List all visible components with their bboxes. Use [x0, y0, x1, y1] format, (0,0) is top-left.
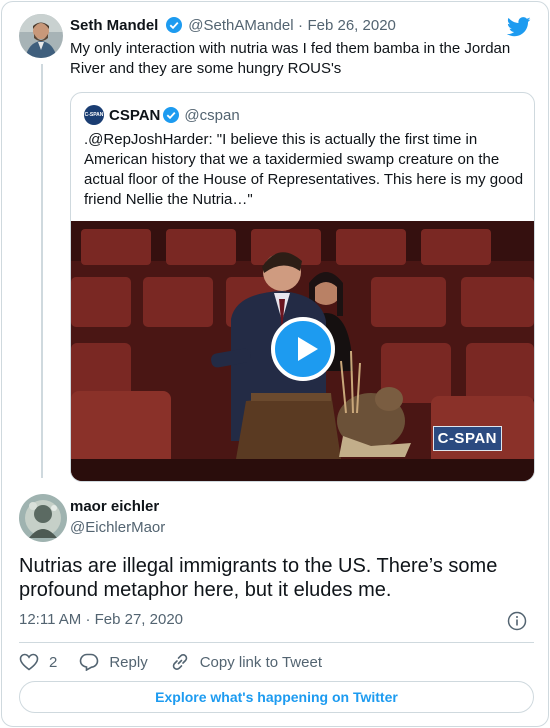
profile-photo-icon — [19, 494, 67, 542]
cspan-watermark: C-SPAN — [432, 426, 502, 451]
date-separator: · — [298, 17, 304, 34]
reply-button[interactable]: Reply — [79, 653, 148, 671]
quoted-tweet[interactable]: C-SPAN CSPAN @cspan .@RepJoshHarder: "I … — [70, 92, 535, 482]
info-icon[interactable] — [507, 611, 527, 631]
heart-icon — [19, 653, 39, 671]
person-photo-icon — [19, 14, 63, 58]
quoted-tweet-text: .@RepJoshHarder: "I believe this is actu… — [84, 131, 524, 208]
reply-time[interactable]: 12:11 AM — [19, 611, 81, 628]
reply-author-name[interactable]: maor eichler — [70, 498, 165, 515]
link-icon — [172, 654, 187, 670]
reply-timestamp[interactable]: 12:11 AM · Feb 27, 2020 — [19, 611, 183, 628]
quoted-author-handle[interactable]: @cspan — [184, 107, 239, 124]
quoted-author-header: C-SPAN CSPAN @cspan — [84, 105, 240, 125]
twitter-bird-icon[interactable] — [507, 16, 531, 38]
tweet-date[interactable]: Feb 26, 2020 — [307, 17, 395, 34]
divider — [19, 642, 534, 643]
reply-author-header: maor eichler @EichlerMaor — [70, 498, 165, 536]
tweet-embed-card: Seth Mandel @SethAMandel · Feb 26, 2020 … — [1, 1, 549, 727]
author-avatar[interactable] — [19, 14, 63, 58]
like-button[interactable]: 2 — [19, 653, 57, 671]
verified-badge-icon — [165, 17, 182, 33]
reply-date[interactable]: Feb 27, 2020 — [95, 611, 183, 628]
reply-label: Reply — [109, 653, 148, 671]
reply-text: Nutrias are illegal immigrants to the US… — [19, 555, 498, 601]
tweet-text: My only interaction with nutria was I fe… — [70, 40, 511, 77]
verified-badge-icon — [163, 107, 180, 123]
author-name[interactable]: Seth Mandel — [70, 17, 158, 34]
reply-icon — [80, 653, 99, 671]
thread-connector-line — [41, 64, 43, 478]
play-button[interactable] — [271, 317, 335, 381]
author-header: Seth Mandel @SethAMandel · Feb 26, 2020 — [70, 17, 396, 35]
quoted-author-name[interactable]: CSPAN — [109, 107, 160, 124]
like-count: 2 — [49, 653, 58, 671]
copy-link-label: Copy link to Tweet — [199, 653, 322, 671]
reply-author-handle[interactable]: @EichlerMaor — [70, 519, 165, 536]
reply-author-avatar[interactable] — [19, 494, 67, 542]
cspan-avatar-text: C-SPAN — [84, 112, 104, 118]
action-bar: 2 Reply Copy link to Tweet — [19, 652, 344, 672]
timestamp-separator: · — [85, 611, 91, 628]
copy-link-button[interactable]: Copy link to Tweet — [170, 652, 322, 672]
cspan-avatar[interactable]: C-SPAN — [84, 105, 104, 125]
explore-twitter-button[interactable]: Explore what's happening on Twitter — [19, 681, 534, 713]
author-handle[interactable]: @SethAMandel — [188, 17, 293, 34]
video-thumbnail[interactable]: C-SPAN — [71, 221, 534, 481]
